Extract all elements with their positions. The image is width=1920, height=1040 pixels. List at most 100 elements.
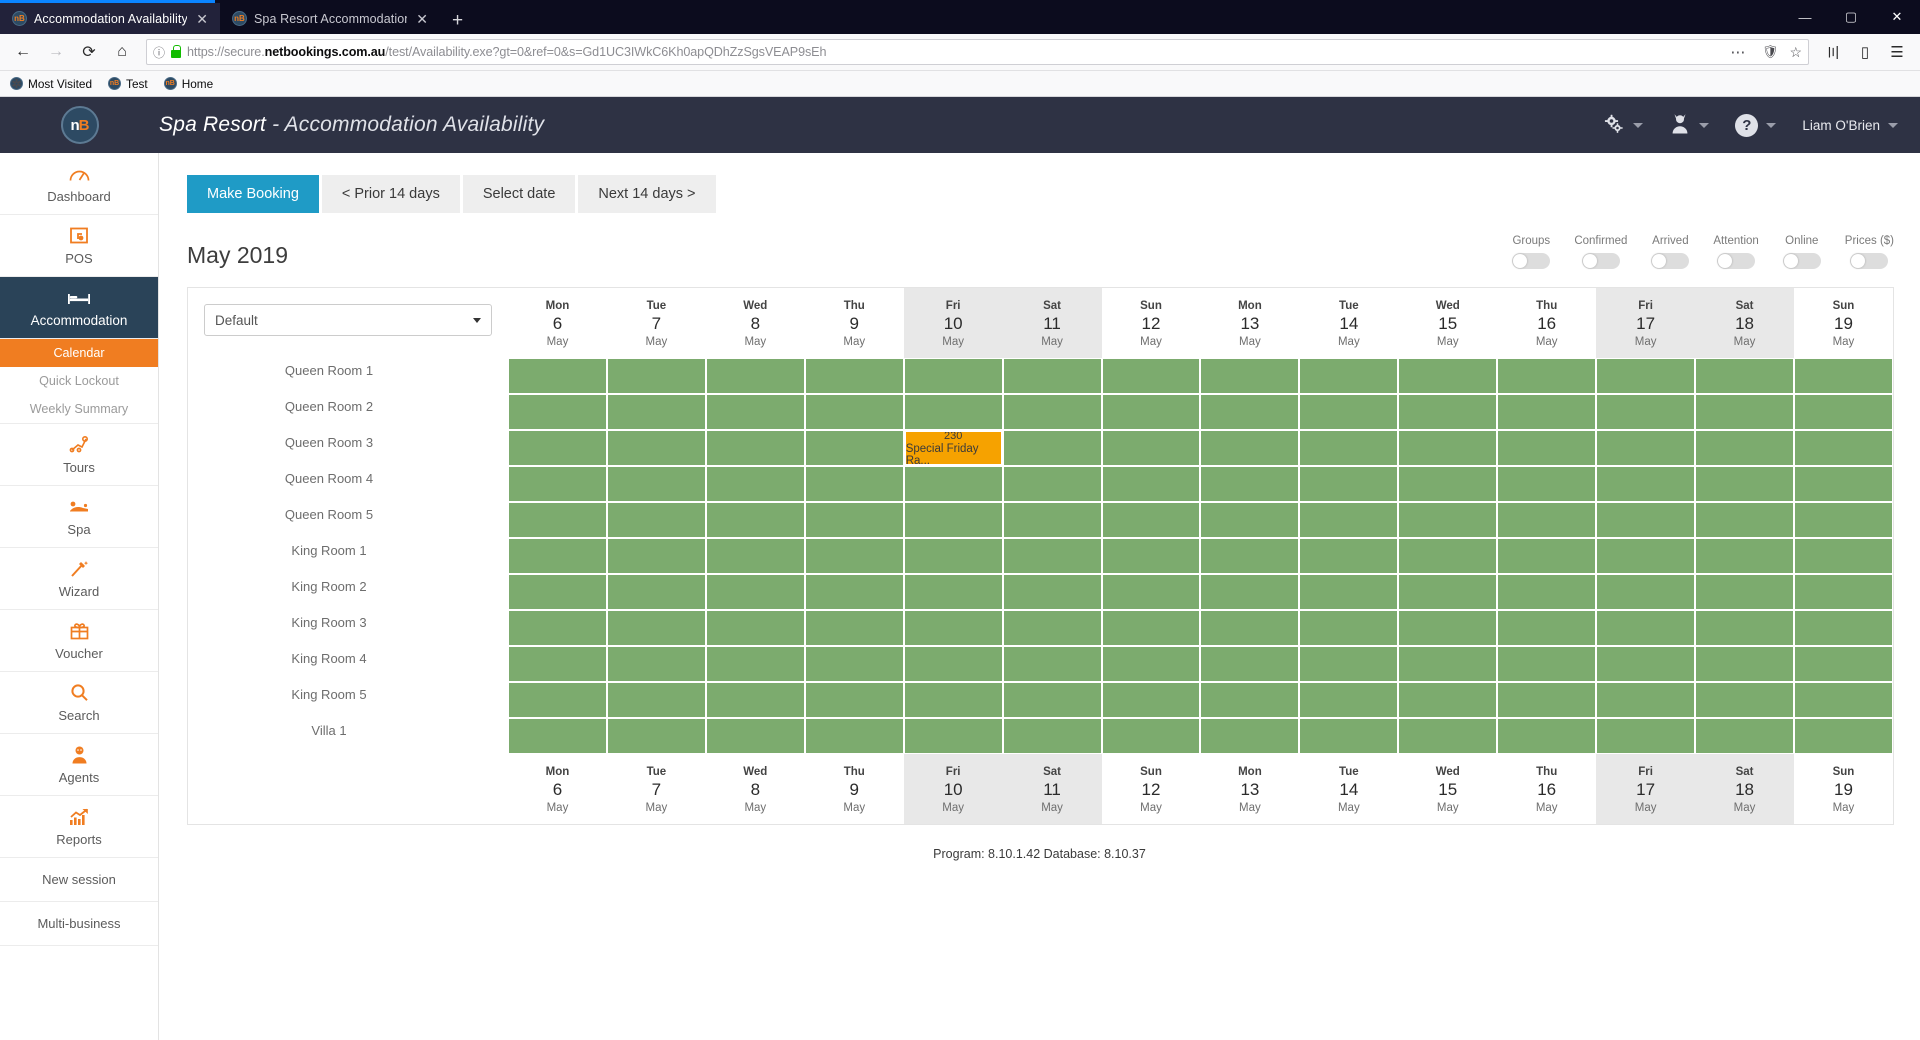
day-column-header[interactable]: Sun 19 May — [1794, 754, 1893, 824]
availability-cell[interactable] — [705, 466, 805, 502]
availability-cell[interactable] — [1398, 394, 1498, 430]
availability-cell[interactable] — [1101, 610, 1201, 646]
close-icon[interactable]: ✕ — [194, 12, 210, 26]
toggle-switch[interactable] — [1782, 253, 1821, 269]
availability-cell[interactable] — [1101, 358, 1201, 394]
availability-cell[interactable] — [1299, 430, 1399, 466]
availability-cell[interactable] — [1101, 538, 1201, 574]
availability-cell[interactable]: 230 Special Friday Ra... — [903, 430, 1003, 466]
bookmark-most-visited[interactable]: ✲ Most Visited — [10, 77, 92, 91]
new-tab-button[interactable]: + — [440, 11, 475, 34]
availability-cell[interactable] — [1497, 358, 1597, 394]
page-actions-icon[interactable]: ⋯ — [1730, 43, 1751, 61]
availability-cell[interactable] — [1299, 538, 1399, 574]
room-name[interactable]: Villa 1 — [188, 712, 508, 748]
availability-cell[interactable] — [606, 394, 706, 430]
day-column-header[interactable]: Thu 9 May — [805, 288, 904, 358]
availability-cell[interactable] — [1398, 502, 1498, 538]
availability-cell[interactable] — [1497, 646, 1597, 682]
day-column-header[interactable]: Mon 6 May — [508, 754, 607, 824]
availability-cell[interactable] — [1695, 430, 1794, 466]
availability-cell[interactable] — [1299, 394, 1399, 430]
sidebar-item-dashboard[interactable]: Dashboard — [0, 153, 158, 215]
day-column-header[interactable]: Wed 15 May — [1398, 754, 1497, 824]
bookmark-home[interactable]: nB Home — [163, 77, 213, 91]
availability-cell[interactable] — [705, 718, 805, 754]
availability-cell[interactable] — [705, 358, 805, 394]
availability-cell[interactable] — [606, 718, 706, 754]
availability-cell[interactable] — [508, 430, 607, 466]
availability-cell[interactable] — [804, 646, 904, 682]
availability-cell[interactable] — [1200, 718, 1300, 754]
day-column-header[interactable]: Wed 8 May — [706, 288, 805, 358]
availability-cell[interactable] — [903, 538, 1003, 574]
day-column-header[interactable]: Sat 18 May — [1695, 754, 1794, 824]
availability-cell[interactable] — [1200, 502, 1300, 538]
availability-cell[interactable] — [1299, 502, 1399, 538]
availability-cell[interactable] — [903, 646, 1003, 682]
room-name[interactable]: Queen Room 5 — [188, 496, 508, 532]
availability-cell[interactable] — [1596, 466, 1696, 502]
username-menu[interactable]: Liam O'Brien — [1802, 118, 1898, 133]
availability-cell[interactable] — [804, 358, 904, 394]
availability-cell[interactable] — [1299, 646, 1399, 682]
availability-cell[interactable] — [1200, 682, 1300, 718]
availability-cell[interactable] — [508, 574, 607, 610]
availability-cell[interactable] — [606, 466, 706, 502]
day-column-header[interactable]: Sat 11 May — [1002, 754, 1102, 824]
sidebar-item-pos[interactable]: POS — [0, 215, 158, 277]
availability-cell[interactable] — [903, 394, 1003, 430]
sidebar-item-reports[interactable]: Reports — [0, 796, 158, 858]
availability-cell[interactable] — [1695, 574, 1794, 610]
availability-cell[interactable] — [1695, 466, 1794, 502]
availability-cell[interactable] — [606, 502, 706, 538]
window-close-button[interactable]: ✕ — [1874, 0, 1920, 34]
availability-cell[interactable] — [903, 466, 1003, 502]
availability-cell[interactable] — [1596, 610, 1696, 646]
availability-cell[interactable] — [1200, 574, 1300, 610]
availability-cell[interactable] — [606, 574, 706, 610]
availability-cell[interactable] — [1793, 574, 1893, 610]
room-name[interactable]: King Room 3 — [188, 604, 508, 640]
room-name[interactable]: King Room 4 — [188, 640, 508, 676]
availability-cell[interactable] — [1398, 466, 1498, 502]
day-column-header[interactable]: Thu 9 May — [805, 754, 904, 824]
availability-cell[interactable] — [1695, 610, 1794, 646]
user-account-menu[interactable] — [1669, 113, 1710, 137]
room-name[interactable]: King Room 1 — [188, 532, 508, 568]
availability-cell[interactable] — [1002, 502, 1102, 538]
availability-cell[interactable] — [705, 502, 805, 538]
availability-cell[interactable] — [804, 502, 904, 538]
availability-cell[interactable] — [1793, 358, 1893, 394]
day-column-header[interactable]: Sun 12 May — [1102, 754, 1201, 824]
sidebar-item-spa[interactable]: Spa — [0, 486, 158, 548]
availability-cell[interactable] — [1200, 538, 1300, 574]
availability-cell[interactable] — [804, 574, 904, 610]
availability-cell[interactable] — [1596, 718, 1696, 754]
reload-button[interactable]: ⟳ — [74, 37, 104, 67]
availability-cell[interactable] — [804, 394, 904, 430]
availability-cell[interactable] — [903, 718, 1003, 754]
availability-cell[interactable] — [508, 718, 607, 754]
availability-cell[interactable] — [1002, 538, 1102, 574]
sidebar-item-weekly-summary[interactable]: Weekly Summary — [0, 395, 158, 423]
availability-cell[interactable] — [1497, 718, 1597, 754]
day-column-header[interactable]: Mon 13 May — [1200, 288, 1299, 358]
availability-cell[interactable] — [903, 502, 1003, 538]
day-column-header[interactable]: Fri 10 May — [903, 754, 1003, 824]
availability-cell[interactable] — [1793, 646, 1893, 682]
sidebar-item-wizard[interactable]: Wizard — [0, 548, 158, 610]
day-column-header[interactable]: Mon 13 May — [1200, 754, 1299, 824]
close-icon[interactable]: ✕ — [414, 12, 430, 26]
availability-cell[interactable] — [1695, 394, 1794, 430]
availability-cell[interactable] — [1497, 430, 1597, 466]
browser-tab-1[interactable]: nB Accommodation Availability ✕ — [0, 3, 220, 34]
day-column-header[interactable]: Tue 7 May — [607, 754, 706, 824]
availability-cell[interactable] — [1398, 430, 1498, 466]
day-column-header[interactable]: Wed 8 May — [706, 754, 805, 824]
library-icon[interactable]: 〣 — [1818, 37, 1848, 67]
toggle-confirmed[interactable]: Confirmed — [1574, 235, 1627, 269]
room-name[interactable]: Queen Room 1 — [188, 352, 508, 388]
availability-cell[interactable] — [1002, 574, 1102, 610]
back-button[interactable]: ← — [8, 37, 38, 67]
